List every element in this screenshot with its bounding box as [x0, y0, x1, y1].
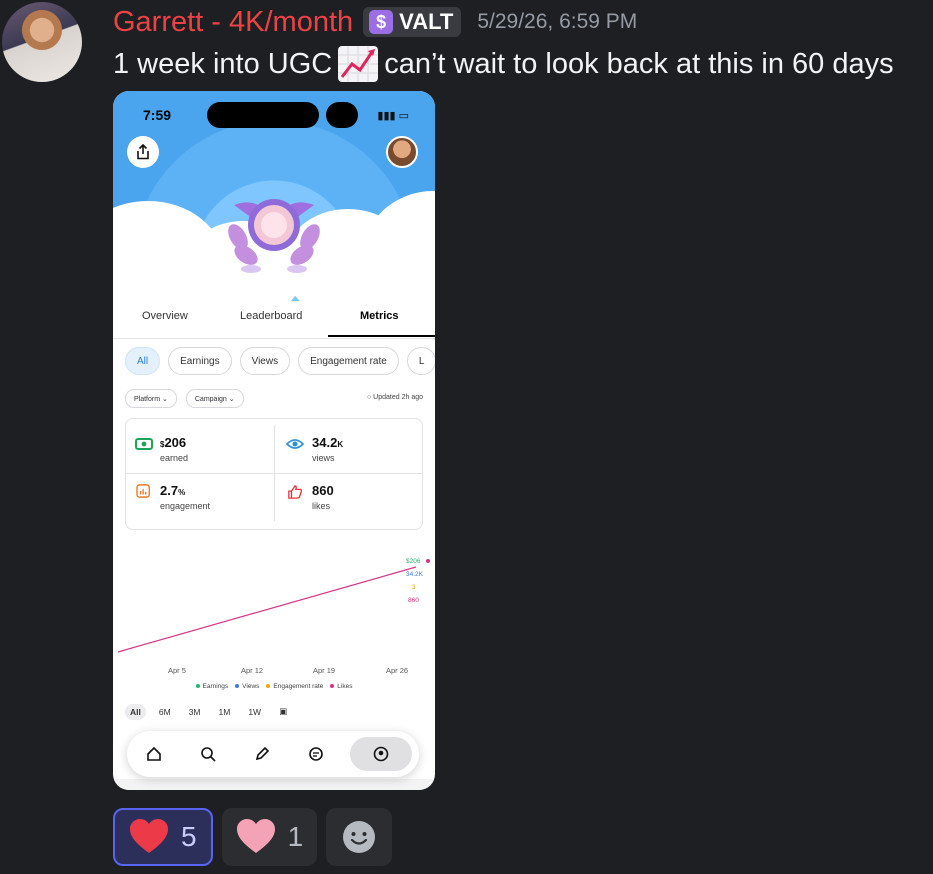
message-content: 1 week into UGC can’t wait to look back … [113, 46, 894, 82]
earnings-label: earned [160, 453, 189, 463]
refresh-icon: ○ [366, 394, 372, 401]
chat-icon[interactable] [296, 737, 336, 771]
add-reaction-button[interactable] [326, 808, 393, 866]
x-tick: Apr 19 [313, 666, 336, 675]
search-icon[interactable] [188, 737, 228, 771]
author-avatar[interactable] [2, 2, 82, 82]
end-label-views: 34.2K [406, 571, 424, 578]
legend-likes: Likes [330, 683, 352, 690]
platform-filter[interactable]: Platform ⌄ [125, 389, 177, 408]
chip-earnings[interactable]: Earnings [168, 347, 232, 375]
range-3m[interactable]: 3M [184, 704, 206, 720]
end-label-earnings: $206 [406, 558, 421, 565]
metric-chips: All Earnings Views Engagement rate L [125, 347, 435, 375]
chip-all[interactable]: All [125, 347, 161, 375]
tab-overview[interactable]: Overview [142, 310, 188, 322]
range-all[interactable]: All [125, 703, 146, 720]
chip-engagement-rate[interactable]: Engagement rate [298, 347, 399, 375]
series-end-point [426, 559, 430, 563]
content-peek [113, 779, 435, 790]
chart-legend: Earnings Views Engagement rate Likes [113, 683, 435, 690]
eye-icon [286, 439, 304, 449]
stat-likes: 860 likes [312, 483, 334, 511]
reaction-pink-heart[interactable]: 1 [221, 808, 318, 866]
engagement-value: 2.7 [160, 483, 179, 498]
range-1m[interactable]: 1M [214, 704, 236, 720]
time-range-selector: All 6M 3M 1M 1W ▣ [125, 703, 292, 720]
message-timestamp: 5/29/26, 6:59 PM [477, 10, 638, 33]
profile-avatar[interactable] [386, 136, 418, 168]
legend-views: Views [235, 683, 259, 690]
smiley-icon [343, 821, 376, 853]
active-tab-indicator [328, 335, 435, 337]
range-6m[interactable]: 6M [154, 704, 176, 720]
share-icon [137, 144, 149, 160]
status-time: 7:59 [143, 107, 172, 123]
thumbs-up-icon [288, 485, 303, 499]
likes-series-line [117, 566, 417, 653]
message-header: Garrett - 4K/month $ VALT 5/29/26, 6:59 … [113, 4, 637, 40]
end-label-engagement: 3 [412, 584, 416, 591]
phone-status-bar: 7:59 ▮▮▮ ▭ [113, 102, 435, 128]
battery-icon: ▮▮▮ ▭ [377, 110, 409, 122]
campaign-filter[interactable]: Campaign ⌄ [185, 389, 244, 408]
chip-overflow[interactable]: L [406, 347, 435, 375]
red-heart-icon [130, 819, 168, 853]
stat-engagement: 2.7% engagement [160, 483, 211, 511]
stat-earnings: $206 earned [160, 435, 189, 463]
likes-value: 860 [312, 483, 334, 498]
end-label-likes: 860 [408, 597, 419, 604]
live-activity-pill [326, 102, 358, 128]
bottom-nav [127, 731, 419, 777]
engagement-chart-icon [136, 484, 150, 498]
reactions-bar: 5 1 [113, 808, 393, 866]
x-tick: Apr 5 [168, 666, 186, 675]
chart-increasing-emoji [338, 46, 379, 82]
legend-earnings: Earnings [195, 683, 228, 690]
profile-tabs: Overview Leaderboard Metrics [113, 300, 435, 339]
pen-icon[interactable] [242, 737, 282, 771]
stat-views: 34.2K views [312, 435, 344, 463]
share-button[interactable] [127, 136, 159, 168]
engagement-label: engagement [160, 501, 211, 511]
x-tick: Apr 26 [386, 666, 409, 675]
message-text-after: can’t wait to look back at this in 60 da… [384, 47, 894, 80]
legend-engagement: Engagement rate [266, 683, 323, 690]
stats-card: $206 earned 34.2K views 2.7% engagement … [125, 418, 423, 530]
chip-views[interactable]: Views [239, 347, 291, 375]
updated-status: ○ Updated 2h ago [367, 394, 423, 401]
filter-row: Platform ⌄ Campaign ⌄ [125, 389, 244, 408]
screenshot-attachment[interactable]: 7:59 ▮▮▮ ▭ Overview Leaderboard Metrics … [113, 91, 435, 790]
range-1w[interactable]: 1W [243, 704, 266, 720]
updated-text: Updated 2h ago [373, 394, 423, 401]
views-label: views [312, 453, 335, 463]
cash-icon [135, 438, 153, 450]
server-tag[interactable]: $ VALT [363, 7, 462, 37]
reaction-count: 1 [287, 821, 304, 852]
server-tag-icon: $ [369, 10, 394, 34]
rank-badge-icon [228, 199, 320, 273]
author-name[interactable]: Garrett - 4K/month [113, 6, 353, 39]
message-text-before: 1 week into UGC [113, 47, 333, 80]
home-icon[interactable] [134, 737, 174, 771]
tab-metrics[interactable]: Metrics [360, 310, 399, 322]
tab-leaderboard[interactable]: Leaderboard [240, 310, 302, 322]
earnings-value: 206 [164, 435, 187, 450]
reaction-count: 5 [181, 821, 197, 852]
views-value: 34.2 [312, 435, 338, 450]
server-tag-text: VALT [399, 9, 454, 34]
dynamic-island [207, 102, 319, 128]
reaction-red-heart[interactable]: 5 [113, 808, 213, 866]
profile-icon[interactable] [350, 737, 412, 771]
pink-heart-icon [236, 819, 275, 853]
calendar-icon[interactable]: ▣ [274, 703, 292, 720]
x-tick: Apr 12 [241, 666, 264, 675]
likes-label: likes [312, 501, 331, 511]
